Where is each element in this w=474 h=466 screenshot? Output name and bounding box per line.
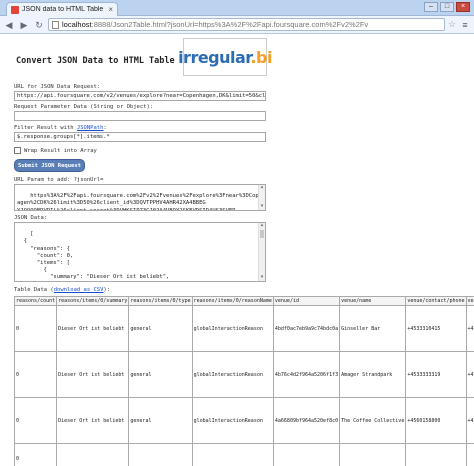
table-cell [465,443,474,466]
table-header-cell: venue/id [272,296,341,306]
table-cell: 4bdf0ac7eb9a9c74bdc0a [272,305,341,352]
table-header-cell: venue/name [339,296,407,306]
table-caption: Table Data (download as CSV): [14,287,111,293]
param-input[interactable] [14,111,266,121]
json-url-input[interactable]: https://api.foursquare.com/v2/venues/exp… [14,91,266,101]
table-cell [191,443,274,466]
logo-suffix: .bi [250,47,272,67]
scroll-down-icon[interactable]: ▼ [259,275,265,281]
table-cell [56,443,130,466]
bookmark-star-icon[interactable]: ☆ [448,19,456,30]
address-bar[interactable]: localhost:8888/Json2Table.html?jsonUrl=h… [48,18,445,31]
table-row: 0 Dieser Ort ist beliebt general globalInte… [13,397,474,444]
table-row: 0 Dieser Ort ist beliebt general globalInte… [13,351,474,398]
table-row: 0 Dieser Ort ist beliebt general globalInte… [13,305,474,352]
table-header-cell: reasons/count [13,296,58,306]
table-cell: Dieser Ort ist beliebt [56,351,130,398]
wrap-row: Wrap Result into Array [14,147,97,154]
data-table: reasons/count reasons/items/0/summary reas… [13,296,474,466]
url-text: localhost:8888/Json2Table.html?jsonUrl=h… [62,20,369,29]
table-cell: 4b76c4d2f964a5206f1f3 [272,351,341,398]
table-cell [339,443,407,466]
close-window-button[interactable]: × [456,2,470,12]
table-cell: general [128,397,193,444]
download-csv-link[interactable]: download as CSV [54,287,104,293]
back-icon[interactable]: ◀ [3,19,15,31]
table-cell [272,443,341,466]
table-cell: 0 [13,443,58,466]
tab-title: JSON data to HTML Table [22,6,104,13]
table-header-cell: venue/contact/formattedPhone [465,296,474,306]
minimize-button[interactable]: – [424,2,438,12]
json-data-scrollbar[interactable]: ▲ ▼ [258,223,265,281]
table-cell: The Coffee Collective [339,397,407,444]
scroll-up-icon[interactable]: ▲ [259,185,265,191]
page-title: Convert JSON Data to HTML Table [16,56,175,66]
table-cell: globalInteractionReason [191,305,274,352]
table-cell: +45 60 15 88 00 [465,397,474,444]
page-icon [52,20,59,29]
scroll-up-icon[interactable]: ▲ [259,223,265,229]
table-cell: +4560158800 [405,397,467,444]
table-cell: Dieser Ort ist beliebt [56,397,130,444]
forward-icon[interactable]: ▶ [18,19,30,31]
jsonpath-link[interactable]: JSONPath [77,125,104,131]
table-cell: Amager Strandpark [339,351,407,398]
favicon-icon [11,5,19,14]
table-body: 0 Dieser Ort ist beliebt general globalInte… [13,305,474,466]
table-header-cell: reasons/items/0/reasonName [191,296,274,306]
title-bar: JSON data to HTML Table × – □ × [0,0,474,16]
table-cell: +4533310415 [405,305,467,352]
json-data-textarea[interactable]: [ { "reasons": { "count": 0, "items": [ … [14,222,266,282]
table-cell: 0 [13,351,58,398]
scroll-down-icon[interactable]: ▼ [259,204,265,210]
url-param-label: URL Param to add: ?jsonUrl= [14,177,104,183]
table-row: 0 [13,443,474,466]
url-param-textarea[interactable]: https%3A%2F%2Fapi.foursquare.com%2Fv2%2F… [14,184,266,211]
table-cell: Ginseller Bar [339,305,407,352]
table-header-cell: reasons/items/0/type [128,296,193,306]
table-header-cell: reasons/items/0/summary [56,296,130,306]
window-controls: – □ × [424,2,470,12]
table-cell [405,443,467,466]
table-header-cell: venue/contact/phone [405,296,467,306]
table-cell: Dieser Ort ist beliebt [56,305,130,352]
maximize-button[interactable]: □ [440,2,454,12]
irregular-bi-logo[interactable]: irregular.bi [178,38,272,76]
table-cell: 0 [13,397,58,444]
table-cell: globalInteractionReason [191,397,274,444]
scroll-thumb[interactable] [260,230,264,238]
param-label: Request Parameter Data (String or Object… [14,104,154,110]
table-cell: 4a66809bf964a520ef8c0 [272,397,341,444]
filter-label: Filter Result with JSONPath: [14,125,107,131]
table-cell [128,443,193,466]
submit-json-request-button[interactable]: Submit JSON Request [14,159,85,172]
table-cell: globalInteractionReason [191,351,274,398]
wrap-label: Wrap Result into Array [24,147,97,154]
logo-main: irregular [178,47,251,67]
browser-tab[interactable]: JSON data to HTML Table × [6,2,118,16]
table-header-row: reasons/count reasons/items/0/summary reas… [13,296,474,306]
page-content: Convert JSON Data to HTML Table irregula… [0,34,474,466]
table-cell: 0 [13,305,58,352]
table-cell: +45 33 31 04 15 [465,305,474,352]
table-cell: +4533333319 [405,351,467,398]
url-label: URL for JSON Data Request: [14,84,101,90]
reload-icon[interactable]: ↻ [33,19,45,31]
filter-input[interactable]: $.response.groups[*].items.* [14,132,266,142]
wrap-checkbox[interactable] [14,147,21,154]
browser-toolbar: ◀ ▶ ↻ localhost:8888/Json2Table.html?jso… [0,16,474,34]
table-cell: general [128,351,193,398]
url-param-scrollbar[interactable]: ▲ ▼ [258,185,265,210]
json-data-label: JSON Data: [14,215,48,221]
menu-icon[interactable]: ≡ [459,19,471,31]
tab-close-icon[interactable]: × [108,5,113,14]
table-cell: general [128,305,193,352]
table-cell: +45 33 33 33 19 [465,351,474,398]
